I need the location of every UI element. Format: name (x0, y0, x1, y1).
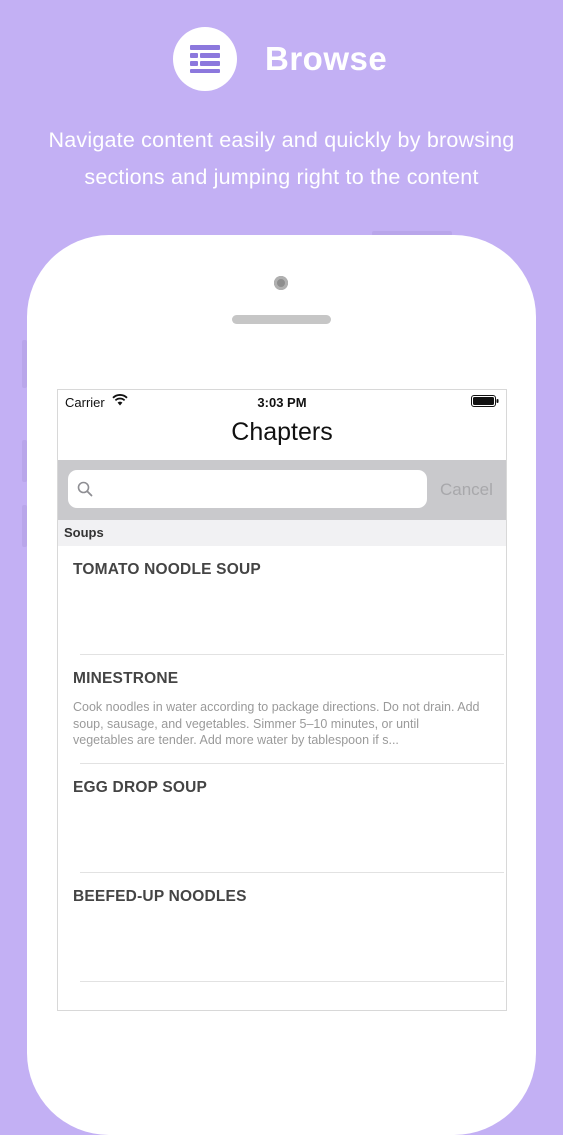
status-bar: Carrier 3:03 PM (58, 390, 506, 414)
search-field[interactable] (68, 470, 427, 510)
promo-header: Browse Navigate content easily and quick… (0, 0, 563, 230)
section-header: Soups (58, 520, 506, 546)
search-input[interactable] (102, 470, 426, 510)
phone-camera (274, 276, 288, 290)
promo-title: Browse (265, 40, 388, 77)
promo-subtitle-line-2: sections and jumping right to the conten… (84, 165, 479, 189)
list-item-description: Cook noodles in water according to packa… (73, 700, 480, 747)
phone-speaker (232, 315, 331, 324)
battery-icon (471, 395, 499, 407)
browse-badge (173, 27, 237, 91)
search-icon (77, 481, 93, 497)
list-item[interactable]: MINESTRONE Cook noodles in water accordi… (58, 655, 506, 764)
list-icon (190, 45, 220, 73)
search-bar: Cancel (58, 460, 506, 520)
list-item[interactable]: EGG DROP SOUP (58, 764, 506, 873)
list-item-title: TOMATO NOODLE SOUP (73, 561, 261, 578)
list-item-title: MINESTRONE (73, 670, 179, 687)
cancel-button[interactable]: Cancel (440, 480, 493, 500)
list-item-title: BEEFED-UP NOODLES (73, 888, 247, 905)
chapter-list: TOMATO NOODLE SOUP MINESTRONE Cook noodl… (58, 546, 506, 982)
promo-subtitle: Navigate content easily and quickly by b… (0, 122, 563, 196)
list-item[interactable]: TOMATO NOODLE SOUP (58, 546, 506, 655)
list-item-title: EGG DROP SOUP (73, 779, 208, 796)
status-time: 3:03 PM (257, 395, 307, 410)
app-screen: Carrier 3:03 PM Chapters Cancel Soups TO… (57, 389, 507, 1011)
list-item[interactable]: BEEFED-UP NOODLES (58, 873, 506, 982)
promo-subtitle-line-1: Navigate content easily and quickly by b… (48, 128, 515, 152)
page-title: Chapters (231, 418, 333, 446)
